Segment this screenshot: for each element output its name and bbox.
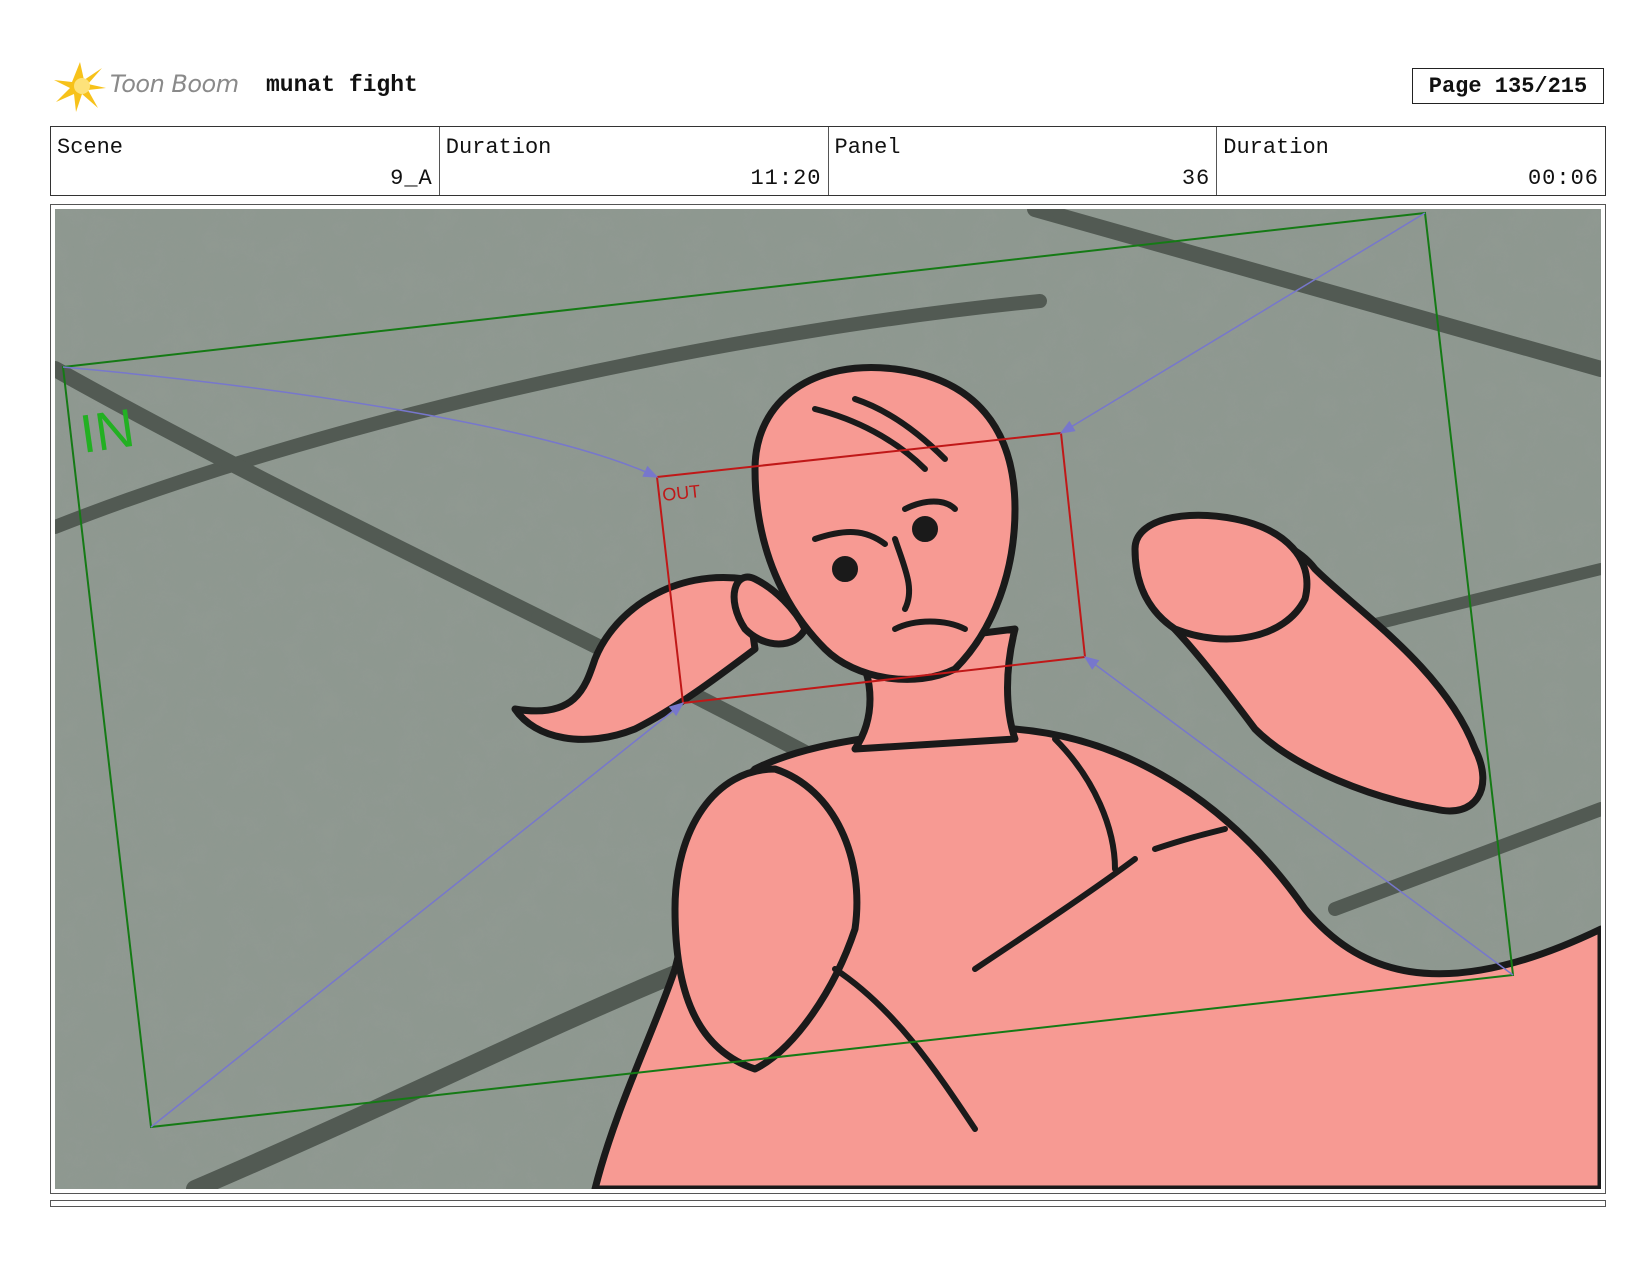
scene-label: Scene [57,135,124,160]
panel-value: 36 [1181,166,1211,191]
scene-duration-value: 11:20 [750,166,822,191]
scene-cell: Scene 9_A [51,127,440,195]
toon-boom-logo: Toon Boom [52,58,252,114]
scene-info-table: Scene 9_A Duration 11:20 Panel 36 Durati… [50,126,1606,196]
panel-duration-value: 00:06 [1527,166,1599,191]
project-title: munat fight [266,72,418,98]
page-indicator: Page 135/215 [1412,68,1604,104]
panel-label: Panel [834,135,901,160]
panel-cell: Panel 36 [829,127,1218,195]
panel-duration-label: Duration [1223,135,1329,160]
camera-in-label: IN [76,398,138,465]
scene-duration-cell: Duration 11:20 [440,127,829,195]
panel-drawing: IN OUT [55,209,1601,1189]
panel-footer-bar [50,1200,1606,1207]
camera-out-label: OUT [661,481,701,505]
storyboard-panel: IN OUT [50,204,1606,1194]
scene-value: 9_A [390,166,433,191]
scene-duration-label: Duration [445,135,552,160]
panel-duration-cell: Duration 00:06 [1217,127,1605,195]
logo-text: Toon Boom [110,70,239,98]
starburst-icon [54,62,106,112]
